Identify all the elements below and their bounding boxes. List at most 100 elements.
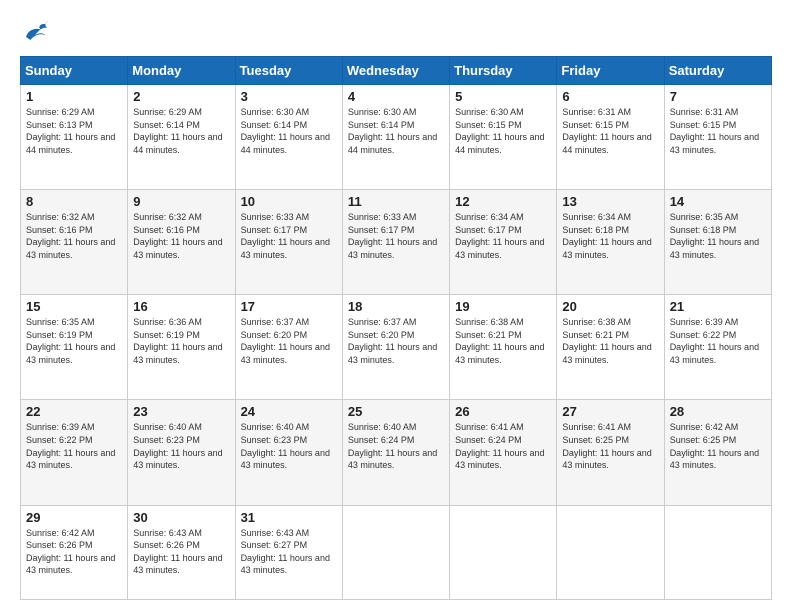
day-info: Sunrise: 6:34 AMSunset: 6:17 PMDaylight:…: [455, 211, 551, 261]
day-number: 20: [562, 299, 658, 314]
day-number: 7: [670, 89, 766, 104]
day-number: 25: [348, 404, 444, 419]
day-info: Sunrise: 6:37 AMSunset: 6:20 PMDaylight:…: [348, 316, 444, 366]
col-header-saturday: Saturday: [664, 57, 771, 85]
calendar-cell: 25Sunrise: 6:40 AMSunset: 6:24 PMDayligh…: [342, 400, 449, 505]
calendar-cell: 8 Sunrise: 6:32 AMSunset: 6:16 PMDaylight…: [21, 190, 128, 295]
day-info: Sunrise: 6:38 AMSunset: 6:21 PMDaylight:…: [455, 316, 551, 366]
calendar-cell: 12 Sunrise: 6:34 AMSunset: 6:17 PMDayligh…: [450, 190, 557, 295]
header: [20, 16, 772, 46]
calendar-cell: 24 Sunrise: 6:40 AMSunset: 6:23 PMDayligh…: [235, 400, 342, 505]
calendar-header-row: SundayMondayTuesdayWednesdayThursdayFrid…: [21, 57, 772, 85]
day-info: Sunrise: 6:39 AMSunset: 6:22 PMDaylight:…: [26, 421, 122, 471]
day-number: 27: [562, 404, 658, 419]
col-header-sunday: Sunday: [21, 57, 128, 85]
day-info: Sunrise: 6:40 AMSunset: 6:23 PMDaylight:…: [133, 421, 229, 471]
calendar-cell: 4Sunrise: 6:30 AMSunset: 6:14 PMDaylight…: [342, 85, 449, 190]
day-info: Sunrise: 6:30 AMSunset: 6:14 PMDaylight:…: [241, 106, 337, 156]
calendar-cell: 30 Sunrise: 6:43 AMSunset: 6:26 PMDayligh…: [128, 505, 235, 600]
calendar-cell: 10Sunrise: 6:33 AMSunset: 6:17 PMDayligh…: [235, 190, 342, 295]
col-header-tuesday: Tuesday: [235, 57, 342, 85]
day-number: 26: [455, 404, 551, 419]
calendar-cell: 29 Sunrise: 6:42 AMSunset: 6:26 PMDayligh…: [21, 505, 128, 600]
calendar-cell: [342, 505, 449, 600]
calendar-cell: 7Sunrise: 6:31 AMSunset: 6:15 PMDaylight…: [664, 85, 771, 190]
calendar-cell: 3 Sunrise: 6:30 AMSunset: 6:14 PMDaylight…: [235, 85, 342, 190]
calendar-cell: 1 Sunrise: 6:29 AMSunset: 6:13 PMDaylight…: [21, 85, 128, 190]
day-number: 22: [26, 404, 122, 419]
col-header-thursday: Thursday: [450, 57, 557, 85]
day-info: Sunrise: 6:42 AMSunset: 6:25 PMDaylight:…: [670, 421, 766, 471]
day-info: Sunrise: 6:43 AMSunset: 6:26 PMDaylight:…: [133, 527, 229, 577]
logo: [20, 16, 54, 46]
day-number: 15: [26, 299, 122, 314]
day-info: Sunrise: 6:43 AMSunset: 6:27 PMDaylight:…: [241, 527, 337, 577]
day-info: Sunrise: 6:36 AMSunset: 6:19 PMDaylight:…: [133, 316, 229, 366]
day-info: Sunrise: 6:33 AMSunset: 6:17 PMDaylight:…: [348, 211, 444, 261]
day-number: 31: [241, 510, 337, 525]
day-number: 23: [133, 404, 229, 419]
day-number: 12: [455, 194, 551, 209]
day-info: Sunrise: 6:42 AMSunset: 6:26 PMDaylight:…: [26, 527, 122, 577]
day-info: Sunrise: 6:41 AMSunset: 6:25 PMDaylight:…: [562, 421, 658, 471]
calendar-cell: 5Sunrise: 6:30 AMSunset: 6:15 PMDaylight…: [450, 85, 557, 190]
calendar-cell: 16 Sunrise: 6:36 AMSunset: 6:19 PMDayligh…: [128, 295, 235, 400]
day-number: 17: [241, 299, 337, 314]
calendar-cell: 9 Sunrise: 6:32 AMSunset: 6:16 PMDaylight…: [128, 190, 235, 295]
day-number: 19: [455, 299, 551, 314]
day-info: Sunrise: 6:34 AMSunset: 6:18 PMDaylight:…: [562, 211, 658, 261]
calendar-table: SundayMondayTuesdayWednesdayThursdayFrid…: [20, 56, 772, 600]
day-number: 16: [133, 299, 229, 314]
calendar-cell: 18 Sunrise: 6:37 AMSunset: 6:20 PMDayligh…: [342, 295, 449, 400]
calendar-cell: 31 Sunrise: 6:43 AMSunset: 6:27 PMDayligh…: [235, 505, 342, 600]
calendar-week-row: 29 Sunrise: 6:42 AMSunset: 6:26 PMDayligh…: [21, 505, 772, 600]
calendar-cell: [557, 505, 664, 600]
day-number: 29: [26, 510, 122, 525]
day-number: 11: [348, 194, 444, 209]
day-number: 8: [26, 194, 122, 209]
day-number: 18: [348, 299, 444, 314]
page: SundayMondayTuesdayWednesdayThursdayFrid…: [0, 0, 792, 612]
col-header-monday: Monday: [128, 57, 235, 85]
day-number: 13: [562, 194, 658, 209]
day-info: Sunrise: 6:32 AMSunset: 6:16 PMDaylight:…: [26, 211, 122, 261]
day-info: Sunrise: 6:29 AMSunset: 6:14 PMDaylight:…: [133, 106, 229, 156]
day-number: 21: [670, 299, 766, 314]
calendar-cell: 15 Sunrise: 6:35 AMSunset: 6:19 PMDayligh…: [21, 295, 128, 400]
day-info: Sunrise: 6:40 AMSunset: 6:23 PMDaylight:…: [241, 421, 337, 471]
calendar-cell: 2 Sunrise: 6:29 AMSunset: 6:14 PMDaylight…: [128, 85, 235, 190]
calendar-cell: 23 Sunrise: 6:40 AMSunset: 6:23 PMDayligh…: [128, 400, 235, 505]
calendar-week-row: 15 Sunrise: 6:35 AMSunset: 6:19 PMDayligh…: [21, 295, 772, 400]
day-number: 14: [670, 194, 766, 209]
day-info: Sunrise: 6:37 AMSunset: 6:20 PMDaylight:…: [241, 316, 337, 366]
calendar-cell: 14Sunrise: 6:35 AMSunset: 6:18 PMDayligh…: [664, 190, 771, 295]
day-number: 30: [133, 510, 229, 525]
logo-icon: [20, 16, 50, 46]
calendar-cell: 6Sunrise: 6:31 AMSunset: 6:15 PMDaylight…: [557, 85, 664, 190]
day-info: Sunrise: 6:32 AMSunset: 6:16 PMDaylight:…: [133, 211, 229, 261]
day-number: 10: [241, 194, 337, 209]
day-info: Sunrise: 6:41 AMSunset: 6:24 PMDaylight:…: [455, 421, 551, 471]
calendar-cell: 26 Sunrise: 6:41 AMSunset: 6:24 PMDayligh…: [450, 400, 557, 505]
calendar-cell: 17 Sunrise: 6:37 AMSunset: 6:20 PMDayligh…: [235, 295, 342, 400]
calendar-cell: 19 Sunrise: 6:38 AMSunset: 6:21 PMDayligh…: [450, 295, 557, 400]
day-number: 6: [562, 89, 658, 104]
day-info: Sunrise: 6:38 AMSunset: 6:21 PMDaylight:…: [562, 316, 658, 366]
day-number: 5: [455, 89, 551, 104]
day-number: 3: [241, 89, 337, 104]
day-number: 9: [133, 194, 229, 209]
calendar-cell: 27 Sunrise: 6:41 AMSunset: 6:25 PMDayligh…: [557, 400, 664, 505]
day-number: 24: [241, 404, 337, 419]
day-info: Sunrise: 6:39 AMSunset: 6:22 PMDaylight:…: [670, 316, 766, 366]
day-number: 1: [26, 89, 122, 104]
calendar-week-row: 8 Sunrise: 6:32 AMSunset: 6:16 PMDaylight…: [21, 190, 772, 295]
calendar-cell: [664, 505, 771, 600]
day-number: 2: [133, 89, 229, 104]
calendar-cell: 21 Sunrise: 6:39 AMSunset: 6:22 PMDayligh…: [664, 295, 771, 400]
day-info: Sunrise: 6:29 AMSunset: 6:13 PMDaylight:…: [26, 106, 122, 156]
calendar-cell: [450, 505, 557, 600]
col-header-wednesday: Wednesday: [342, 57, 449, 85]
calendar-cell: 13 Sunrise: 6:34 AMSunset: 6:18 PMDayligh…: [557, 190, 664, 295]
calendar-cell: 11 Sunrise: 6:33 AMSunset: 6:17 PMDayligh…: [342, 190, 449, 295]
day-info: Sunrise: 6:35 AMSunset: 6:19 PMDaylight:…: [26, 316, 122, 366]
